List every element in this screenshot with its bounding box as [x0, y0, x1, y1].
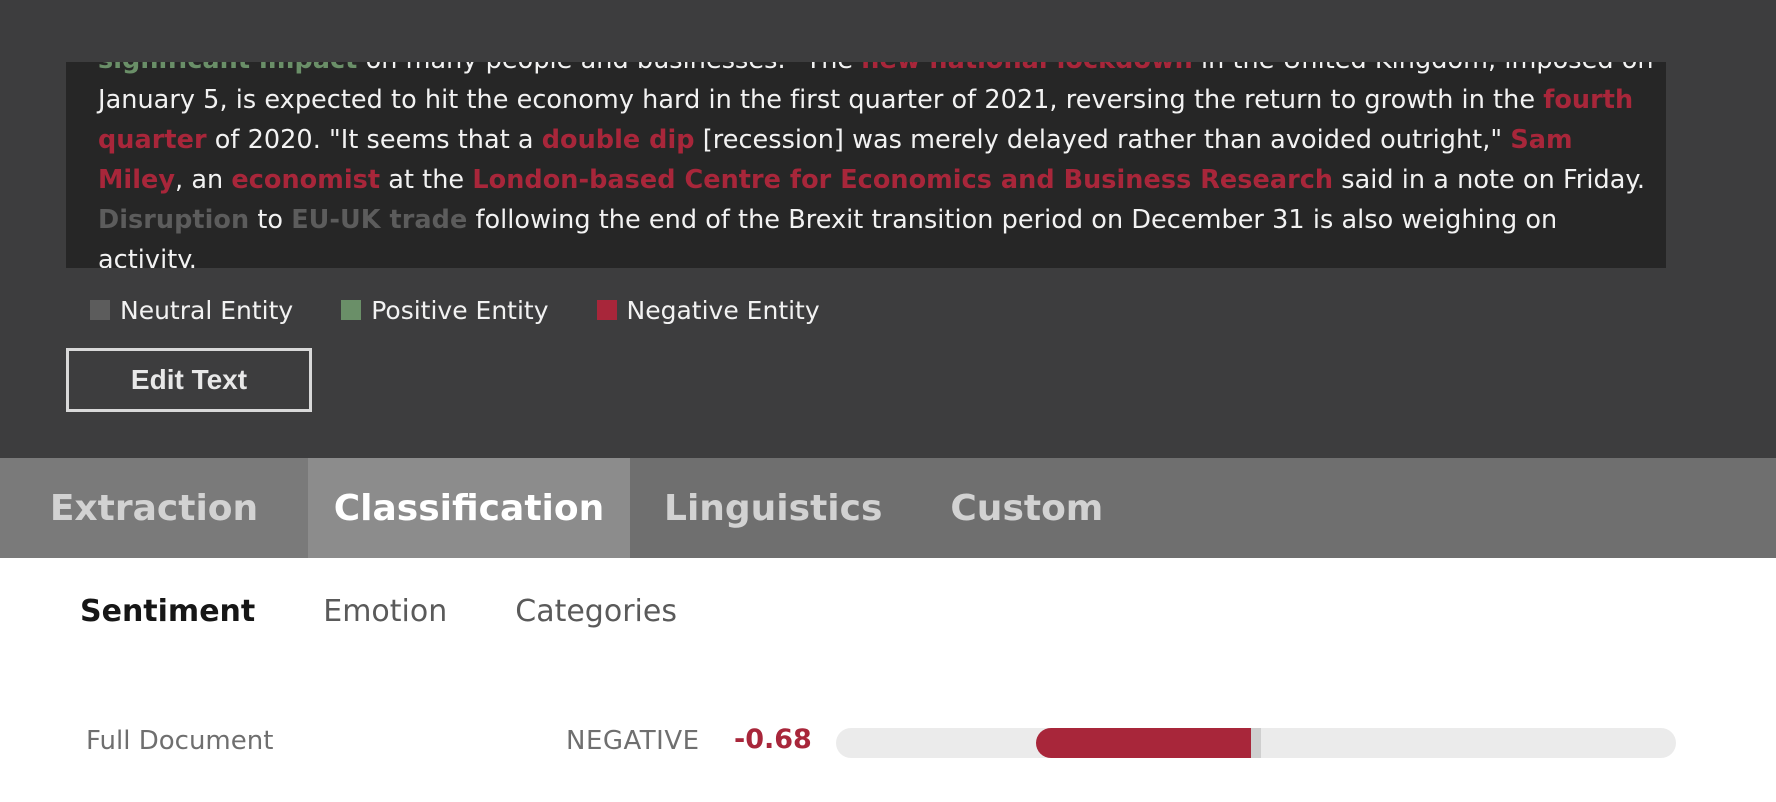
legend-negative-label: Negative Entity: [626, 295, 820, 325]
text-segment: at the: [380, 165, 473, 195]
negative-entity[interactable]: new national lockdown: [861, 62, 1193, 75]
tab-extraction[interactable]: Extraction: [0, 458, 308, 558]
text-segment: [recession] was merely delayed rather th…: [694, 125, 1511, 155]
text-segment: of 2020. "It seems that a: [206, 125, 542, 155]
negative-entity[interactable]: double dip: [542, 125, 695, 155]
tab-linguistics[interactable]: Linguistics: [630, 458, 916, 558]
neutral-entity[interactable]: EU-UK trade: [291, 205, 467, 235]
legend-neutral: Neutral Entity: [90, 296, 293, 325]
sentiment-score: -0.68: [734, 724, 812, 755]
subtab-emotion[interactable]: Emotion: [323, 594, 447, 629]
tab-custom[interactable]: Custom: [916, 458, 1137, 558]
subtab-categories[interactable]: Categories: [515, 594, 677, 629]
sentiment-bar-fill: [1036, 728, 1256, 758]
subtab-sentiment[interactable]: Sentiment: [80, 594, 255, 629]
negative-entity[interactable]: London-based Centre for Economics and Bu…: [472, 165, 1333, 195]
legend-negative: Negative Entity: [596, 295, 820, 325]
entity-legend: Neutral Entity Positive Entity Negative …: [90, 294, 868, 326]
text-segment: to: [249, 205, 292, 235]
text-segment: said in a note on Friday.: [1333, 165, 1646, 195]
legend-neutral-label: Neutral Entity: [120, 295, 294, 325]
sentiment-label: NEGATIVE: [566, 726, 700, 756]
positive-swatch-icon: [341, 300, 362, 320]
text-segment: , an: [175, 165, 232, 195]
neutral-swatch-icon: [90, 300, 110, 320]
document-text-box: significant impact on many people and bu…: [66, 62, 1666, 268]
classification-subtabs: Sentiment Emotion Categories: [80, 586, 745, 636]
sentiment-bar-track: [836, 728, 1676, 758]
sentiment-bar-center-marker: [1251, 728, 1261, 758]
edit-text-button[interactable]: Edit Text: [66, 348, 312, 412]
text-segment: on many people and businesses." The: [357, 62, 861, 75]
analysis-panel: significant impact on many people and bu…: [0, 0, 1776, 458]
main-tabs: Extraction Classification Linguistics Cu…: [0, 458, 1776, 558]
negative-swatch-icon: [596, 300, 617, 320]
positive-entity[interactable]: significant impact: [98, 62, 357, 75]
tab-classification[interactable]: Classification: [308, 458, 630, 558]
legend-positive: Positive Entity: [341, 295, 549, 325]
sentiment-row-label: Full Document: [86, 726, 274, 756]
negative-entity[interactable]: economist: [231, 165, 380, 195]
neutral-entity[interactable]: Disruption: [98, 205, 249, 235]
document-text: significant impact on many people and bu…: [98, 62, 1658, 268]
legend-positive-label: Positive Entity: [371, 295, 549, 325]
